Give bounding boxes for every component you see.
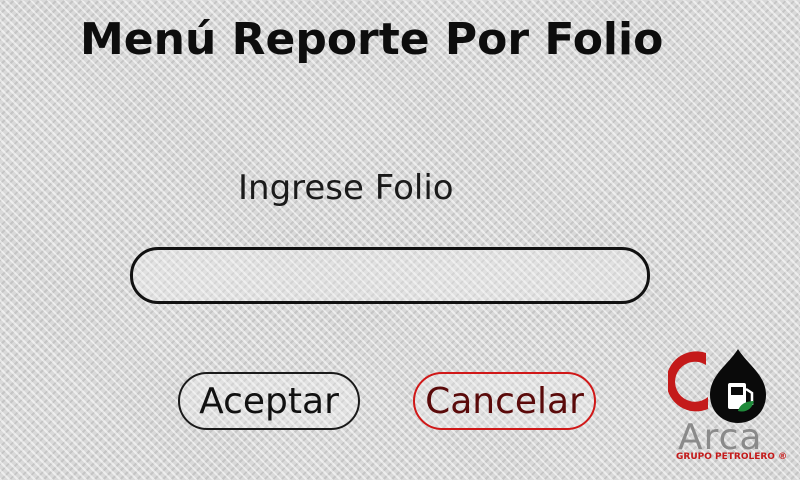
cancel-button[interactable]: Cancelar bbox=[413, 372, 596, 430]
page-title: Menú Reporte Por Folio bbox=[80, 14, 664, 65]
folio-input[interactable] bbox=[130, 247, 650, 304]
accept-button[interactable]: Aceptar bbox=[178, 372, 360, 430]
folio-prompt-label: Ingrese Folio bbox=[238, 168, 454, 208]
logo-subtitle: GRUPO PETROLERO ® bbox=[676, 452, 788, 462]
